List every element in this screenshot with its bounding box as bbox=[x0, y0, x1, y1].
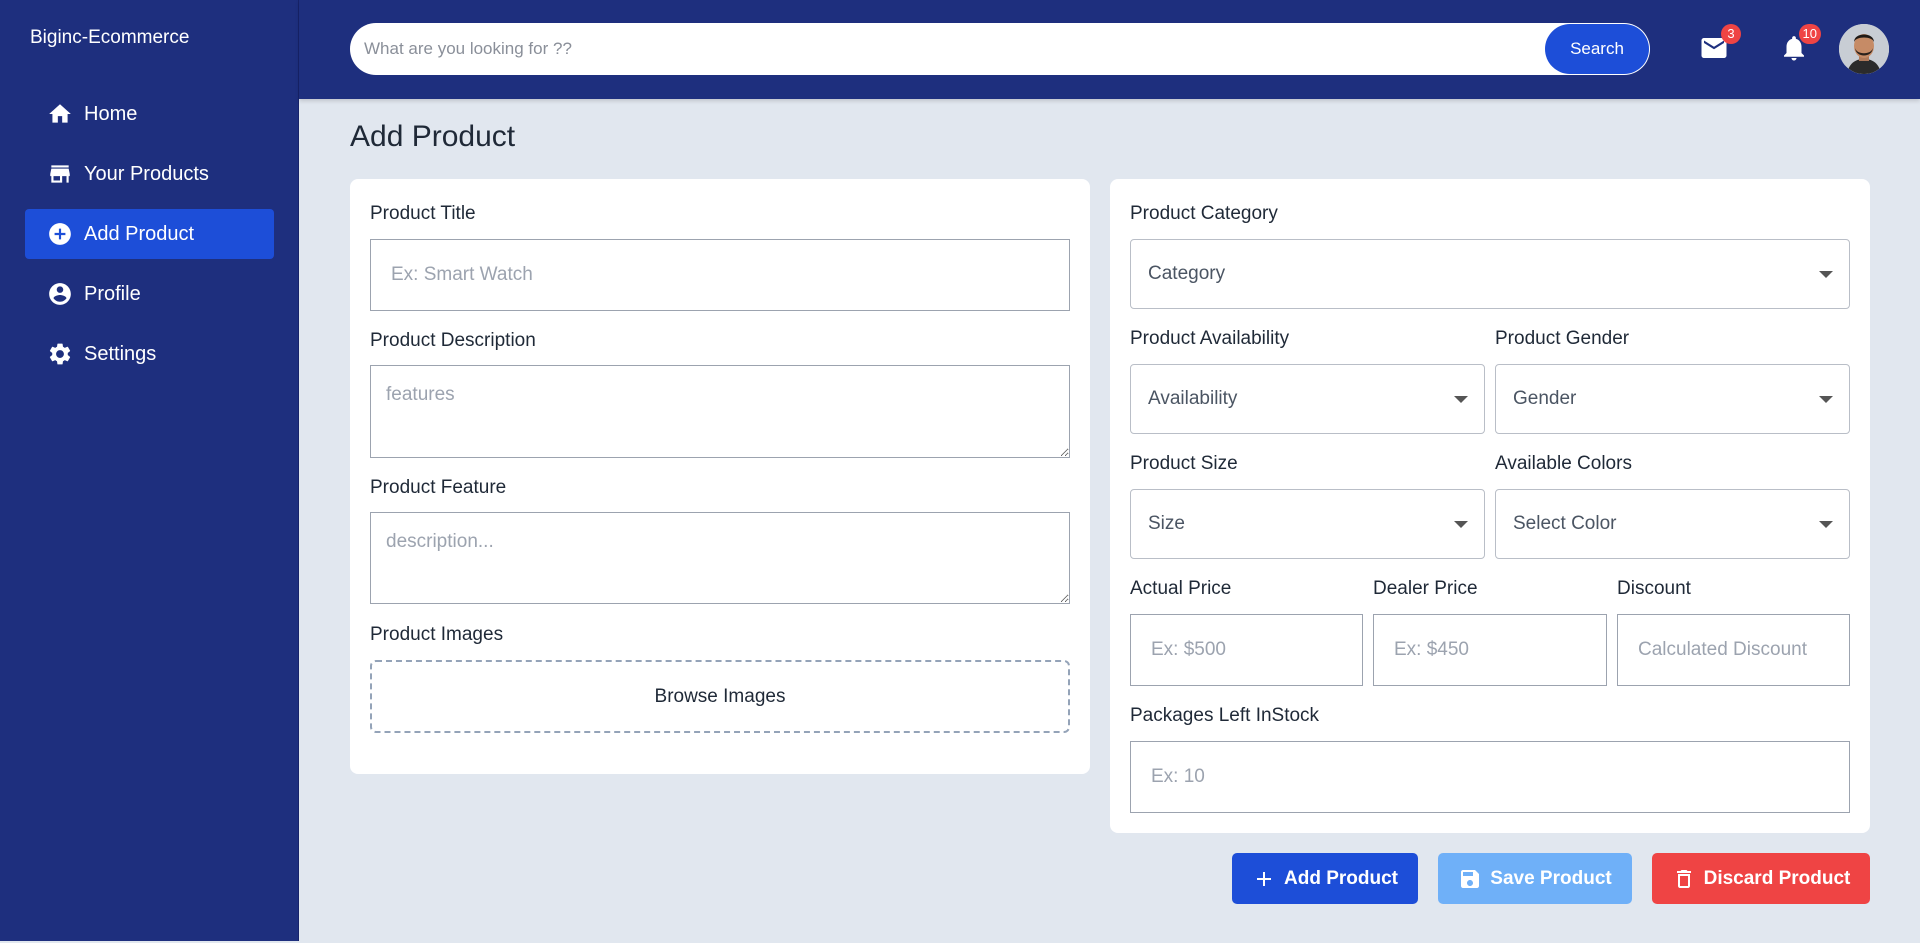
gear-icon bbox=[47, 341, 73, 367]
store-icon bbox=[47, 161, 73, 187]
add-product-button[interactable]: Add Product bbox=[1232, 853, 1418, 904]
available-colors-label: Available Colors bbox=[1495, 453, 1632, 474]
add-product-label: Add Product bbox=[1284, 867, 1398, 889]
sidebar-item-your-products[interactable]: Your Products bbox=[25, 149, 274, 199]
product-description-textarea[interactable] bbox=[370, 365, 1070, 458]
sidebar-item-settings[interactable]: Settings bbox=[25, 329, 274, 379]
gender-select-value: Gender bbox=[1513, 388, 1577, 409]
home-icon bbox=[47, 101, 73, 127]
save-product-button[interactable]: Save Product bbox=[1438, 853, 1632, 904]
sidebar-item-label: Profile bbox=[84, 282, 141, 305]
color-select-value: Select Color bbox=[1513, 513, 1617, 534]
stock-input[interactable] bbox=[1130, 741, 1850, 813]
user-circle-icon bbox=[47, 281, 73, 307]
gender-select[interactable]: Gender bbox=[1495, 364, 1850, 434]
product-title-label: Product Title bbox=[370, 203, 476, 224]
category-select[interactable]: Category bbox=[1130, 239, 1850, 309]
chevron-down-icon bbox=[1819, 271, 1833, 278]
mail-button[interactable]: 3 bbox=[1699, 24, 1741, 63]
browse-images-button[interactable]: Browse Images bbox=[370, 660, 1070, 733]
product-details-card: Product Title Product Description Produc… bbox=[350, 179, 1090, 774]
product-description-label: Product Description bbox=[370, 330, 536, 351]
mail-icon bbox=[1699, 38, 1729, 67]
plus-icon bbox=[1257, 871, 1271, 886]
size-select-value: Size bbox=[1148, 513, 1185, 534]
discard-product-button[interactable]: Discard Product bbox=[1652, 853, 1870, 904]
product-size-label: Product Size bbox=[1130, 453, 1238, 474]
product-category-label: Product Category bbox=[1130, 203, 1278, 224]
avatar[interactable] bbox=[1839, 24, 1889, 74]
chevron-down-icon bbox=[1454, 521, 1468, 528]
save-icon bbox=[1461, 869, 1480, 888]
save-product-label: Save Product bbox=[1490, 867, 1612, 889]
product-feature-textarea[interactable] bbox=[370, 512, 1070, 604]
actual-price-input[interactable] bbox=[1130, 614, 1363, 686]
discount-input[interactable] bbox=[1617, 614, 1850, 686]
sidebar-item-home[interactable]: Home bbox=[25, 89, 274, 139]
search-input[interactable] bbox=[364, 23, 1514, 75]
size-select[interactable]: Size bbox=[1130, 489, 1485, 559]
sidebar: Biginc-Ecommerce Home Your Products Add … bbox=[0, 0, 299, 941]
discount-label: Discount bbox=[1617, 578, 1691, 599]
availability-select[interactable]: Availability bbox=[1130, 364, 1485, 434]
top-header: Search 3 10 bbox=[299, 0, 1920, 99]
product-title-input[interactable] bbox=[370, 239, 1070, 311]
trash-icon bbox=[1676, 869, 1691, 888]
search-button[interactable]: Search bbox=[1545, 24, 1649, 74]
notifications-badge: 10 bbox=[1798, 24, 1821, 44]
sidebar-item-label: Add Product bbox=[84, 222, 195, 245]
sidebar-nav: Home Your Products Add Product Profile S… bbox=[25, 89, 274, 389]
notifications-button[interactable]: 10 bbox=[1779, 24, 1821, 63]
stock-label: Packages Left InStock bbox=[1130, 705, 1320, 726]
mail-badge: 3 bbox=[1721, 24, 1741, 44]
chevron-down-icon bbox=[1819, 396, 1833, 403]
dealer-price-input[interactable] bbox=[1373, 614, 1607, 686]
add-circle-icon bbox=[47, 221, 73, 247]
availability-select-value: Availability bbox=[1148, 388, 1238, 409]
sidebar-item-add-product[interactable]: Add Product bbox=[25, 209, 274, 259]
sidebar-item-label: Your Products bbox=[84, 162, 209, 185]
chevron-down-icon bbox=[1819, 521, 1833, 528]
product-attributes-card: Product Category Category Product Availa… bbox=[1110, 179, 1870, 833]
sidebar-item-label: Home bbox=[84, 102, 138, 125]
page-title: Add Product bbox=[350, 120, 516, 153]
product-feature-label: Product Feature bbox=[370, 477, 507, 498]
product-availability-label: Product Availability bbox=[1130, 328, 1290, 349]
bell-icon bbox=[1779, 36, 1809, 67]
discard-product-label: Discard Product bbox=[1703, 867, 1851, 889]
dealer-price-label: Dealer Price bbox=[1373, 578, 1478, 599]
product-gender-label: Product Gender bbox=[1495, 328, 1630, 349]
product-images-label: Product Images bbox=[370, 624, 504, 645]
color-select[interactable]: Select Color bbox=[1495, 489, 1850, 559]
category-select-value: Category bbox=[1148, 263, 1226, 284]
chevron-down-icon bbox=[1454, 396, 1468, 403]
actual-price-label: Actual Price bbox=[1130, 578, 1232, 599]
search-bar: Search bbox=[350, 23, 1650, 75]
sidebar-item-profile[interactable]: Profile bbox=[25, 269, 274, 319]
sidebar-item-label: Settings bbox=[84, 342, 157, 365]
brand-name: Biginc-Ecommerce bbox=[30, 27, 190, 48]
